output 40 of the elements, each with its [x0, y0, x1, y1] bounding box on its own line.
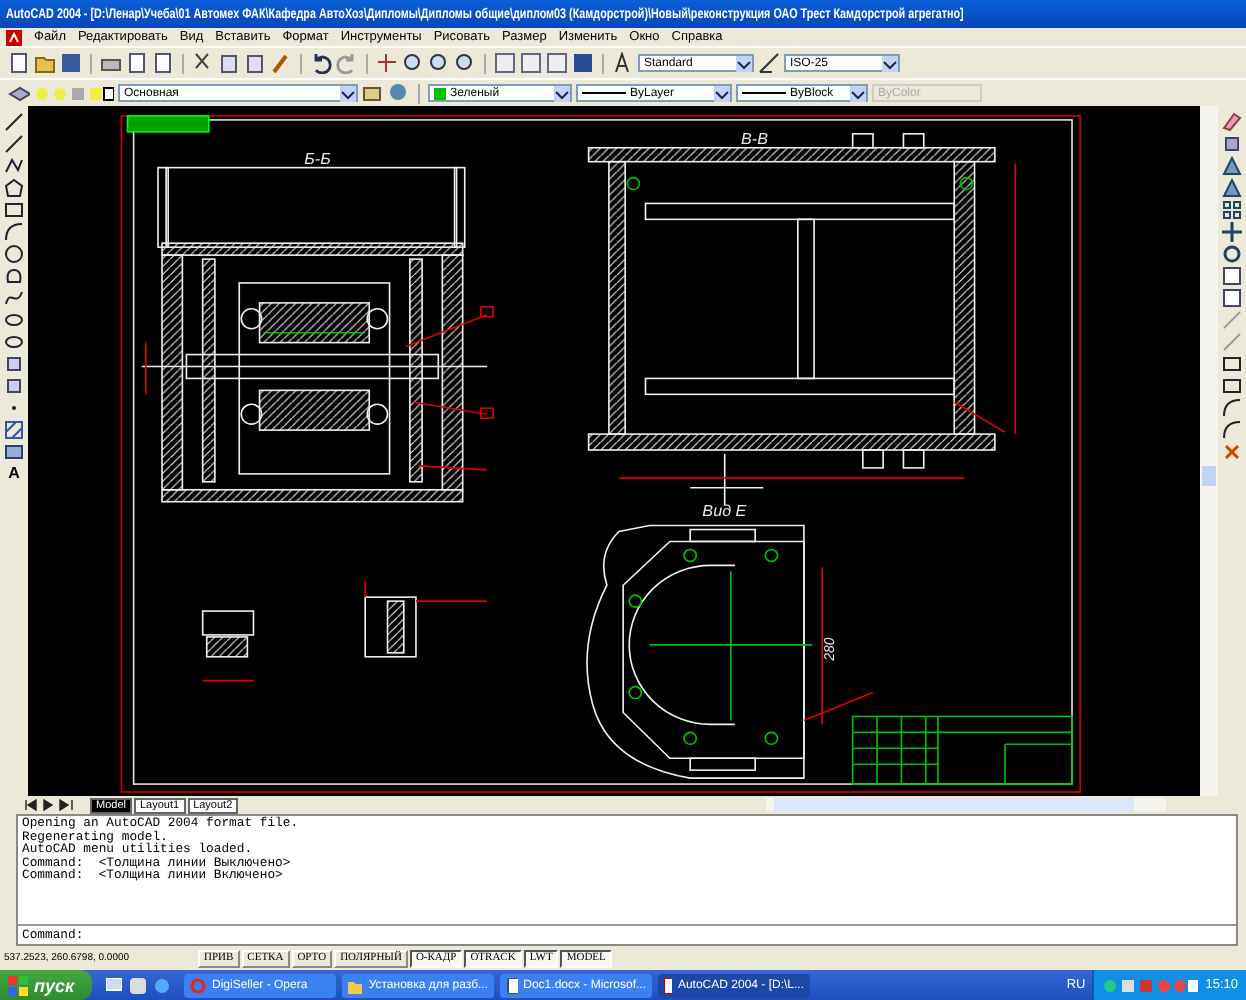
eraser-icon[interactable]: [1222, 112, 1242, 132]
swatch-icon: [434, 87, 446, 99]
array-icon[interactable]: [1222, 200, 1242, 220]
line-icon[interactable]: [4, 134, 24, 154]
start-button[interactable]: пуск: [0, 970, 92, 1000]
pan-icon[interactable]: [376, 52, 398, 74]
document-icon: [506, 977, 518, 993]
tray-icons-drawing: [1101, 977, 1198, 993]
folder-icon: [348, 977, 363, 993]
layers-icon[interactable]: [8, 82, 30, 104]
undo-icon[interactable]: [310, 52, 332, 74]
ring-icon: [190, 977, 206, 993]
explode-icon[interactable]: [1222, 442, 1242, 462]
horizontal-scrollbar[interactable]: [766, 798, 1166, 812]
caret-icon: [882, 55, 898, 71]
rectangle-icon[interactable]: [4, 200, 24, 220]
circle-icon[interactable]: [4, 244, 24, 264]
arc-icon[interactable]: [4, 222, 24, 242]
caret-icon: [714, 85, 730, 101]
caret-icon: [340, 85, 356, 101]
desktop-icon[interactable]: [106, 977, 122, 993]
document-icon[interactable]: [8, 52, 30, 74]
windows-flag-icon: [8, 975, 28, 995]
caret-icon: [736, 55, 752, 71]
folder-icon[interactable]: [34, 52, 56, 74]
text-style-icon[interactable]: [612, 52, 634, 74]
polygon-icon[interactable]: [4, 178, 24, 198]
brush-icon[interactable]: [270, 52, 292, 74]
spline-icon[interactable]: [4, 288, 24, 308]
layer-state-icon: [34, 83, 114, 103]
vertical-scrollbar[interactable]: [1200, 106, 1218, 796]
scissors-icon[interactable]: [192, 52, 214, 74]
multiline-text-tool[interactable]: A: [8, 464, 20, 484]
caret-icon: [850, 85, 866, 101]
line-icon[interactable]: [4, 112, 24, 132]
caret-icon: [554, 85, 570, 101]
hatch-icon[interactable]: [4, 420, 24, 440]
dimension-style-icon[interactable]: [758, 52, 780, 74]
polyline-icon[interactable]: [4, 156, 24, 176]
move-icon[interactable]: [1222, 222, 1242, 242]
